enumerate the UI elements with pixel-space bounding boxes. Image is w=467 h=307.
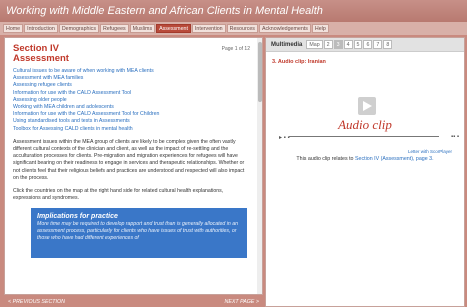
multimedia-tab-8[interactable]: 8 <box>383 40 393 49</box>
content-scroll: Section IV Assessment Cultural issues to… <box>5 38 255 294</box>
nav-tab-muslims[interactable]: Muslims <box>129 24 156 33</box>
multimedia-tab-3[interactable]: 3 <box>333 40 343 49</box>
topic-link[interactable]: Information for use with the CALD Assess… <box>13 90 247 97</box>
map-instruction: Click the countries on the map at the ri… <box>13 188 224 202</box>
multimedia-label: Multimedia <box>271 41 303 48</box>
main-nav: Home Introduction Demographics Refugees Musl… <box>0 22 467 35</box>
multimedia-tab-2[interactable]: 2 <box>323 40 333 49</box>
nav-tab-demographics[interactable]: Demographics <box>58 24 99 33</box>
play-icon <box>363 101 372 111</box>
callout-title: Implications for practice <box>37 213 118 221</box>
intro-paragraph: Assessment issues within the MEA group o… <box>13 138 245 181</box>
audio-progress-track[interactable] <box>289 136 439 137</box>
window-title: Working with Middle Eastern and African … <box>0 0 467 22</box>
play-button[interactable] <box>358 97 376 115</box>
clip-caption: This audio clip relates to Section IV (A… <box>266 156 464 162</box>
caption-link[interactable]: Section IV (Assessment), page 3. <box>355 156 434 162</box>
audio-player[interactable]: ▸ ▪ ▪ ▪▪ ▪ <box>279 131 459 143</box>
nav-tab-introduction[interactable]: Introduction <box>24 24 58 33</box>
nav-tab-refugees[interactable]: Refugees <box>99 24 129 33</box>
topic-link[interactable]: Assessment with MEA families <box>13 75 247 82</box>
topic-link[interactable]: Information for use with the CALD Assess… <box>13 111 247 118</box>
next-page-link[interactable]: NEXT PAGE > <box>225 299 260 305</box>
nav-tab-intervention[interactable]: Intervention <box>191 24 226 33</box>
app-frame: Working with Middle Eastern and African … <box>0 0 467 307</box>
nav-tab-home[interactable]: Home <box>3 24 24 33</box>
topic-link[interactable]: Toolbox for Assessing CALD clients in me… <box>13 126 247 133</box>
implications-callout: Implications for practice More time may … <box>31 208 247 259</box>
topic-link[interactable]: Assessing refugee clients <box>13 82 247 89</box>
clip-title: 3. Audio clip: Iranian <box>272 59 326 65</box>
topic-link-list: Cultural issues to be aware of when work… <box>13 68 247 133</box>
multimedia-tab-4[interactable]: 4 <box>343 40 353 49</box>
nav-tab-acknowledgements[interactable]: Acknowledgements <box>258 24 311 33</box>
content-scrollbar[interactable] <box>257 38 262 294</box>
pager-bar: < PREVIOUS SECTION NEXT PAGE > <box>4 296 263 307</box>
callout-text: More time may be required to develop rap… <box>37 221 238 242</box>
page-title: Assessment <box>13 53 69 64</box>
caption-text: This audio clip relates to <box>296 156 355 162</box>
player-right-controls[interactable]: ▪▪ ▪ <box>451 134 459 140</box>
nav-tab-help[interactable]: Help <box>311 24 329 33</box>
topic-link[interactable]: Cultural issues to be aware of when work… <box>13 68 247 75</box>
multimedia-panel: Multimedia Map 2 3 4 5 6 7 8 3. Audio clip: Ira… <box>265 37 465 307</box>
topic-link[interactable]: Using standardised tools and tests in As… <box>13 118 247 125</box>
scrollbar-thumb[interactable] <box>258 42 262 102</box>
previous-section-link[interactable]: < PREVIOUS SECTION <box>8 299 65 305</box>
nav-tab-resources[interactable]: Resources <box>226 24 258 33</box>
topic-link[interactable]: Assessing older people <box>13 97 247 104</box>
multimedia-tab-5[interactable]: 5 <box>353 40 363 49</box>
page-counter: Page 1 of 12 <box>221 46 250 52</box>
multimedia-tabs: Multimedia Map 2 3 4 5 6 7 8 <box>266 38 464 52</box>
topic-link[interactable]: Working with MEA children and adolescent… <box>13 104 247 111</box>
nav-tab-assessment[interactable]: Assessment <box>156 24 191 33</box>
multimedia-tab-6[interactable]: 6 <box>363 40 373 49</box>
multimedia-tab-7[interactable]: 7 <box>373 40 383 49</box>
multimedia-tab-map[interactable]: Map <box>306 40 323 49</box>
player-credit: Letter with ScorPlayer <box>407 149 452 154</box>
content-panel: Section IV Assessment Cultural issues to… <box>4 37 263 295</box>
